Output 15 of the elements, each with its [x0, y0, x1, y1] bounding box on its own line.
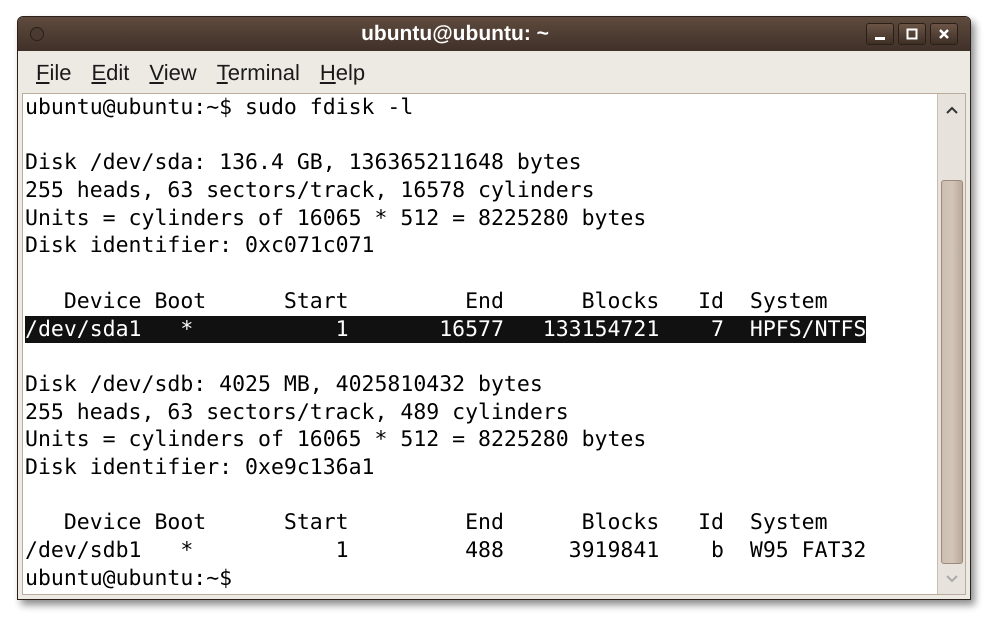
- menu-item[interactable]: Terminal: [208, 56, 308, 88]
- menu-item[interactable]: View: [141, 56, 205, 88]
- minimize-icon: [875, 36, 885, 40]
- close-button[interactable]: [930, 23, 958, 45]
- scroll-up-icon[interactable]: [944, 104, 960, 116]
- window-title: ubuntu@ubuntu: ~: [361, 21, 549, 48]
- minimize-button[interactable]: [866, 23, 894, 45]
- close-icon: [938, 28, 950, 40]
- menu-item[interactable]: Edit: [83, 56, 138, 88]
- maximize-button[interactable]: [898, 23, 926, 45]
- scrollbar-thumb[interactable]: [940, 180, 962, 564]
- maximize-icon: [906, 28, 918, 40]
- scrollbar[interactable]: [937, 94, 965, 594]
- menu-item[interactable]: File: [28, 56, 80, 88]
- menu-item[interactable]: Help: [312, 56, 374, 88]
